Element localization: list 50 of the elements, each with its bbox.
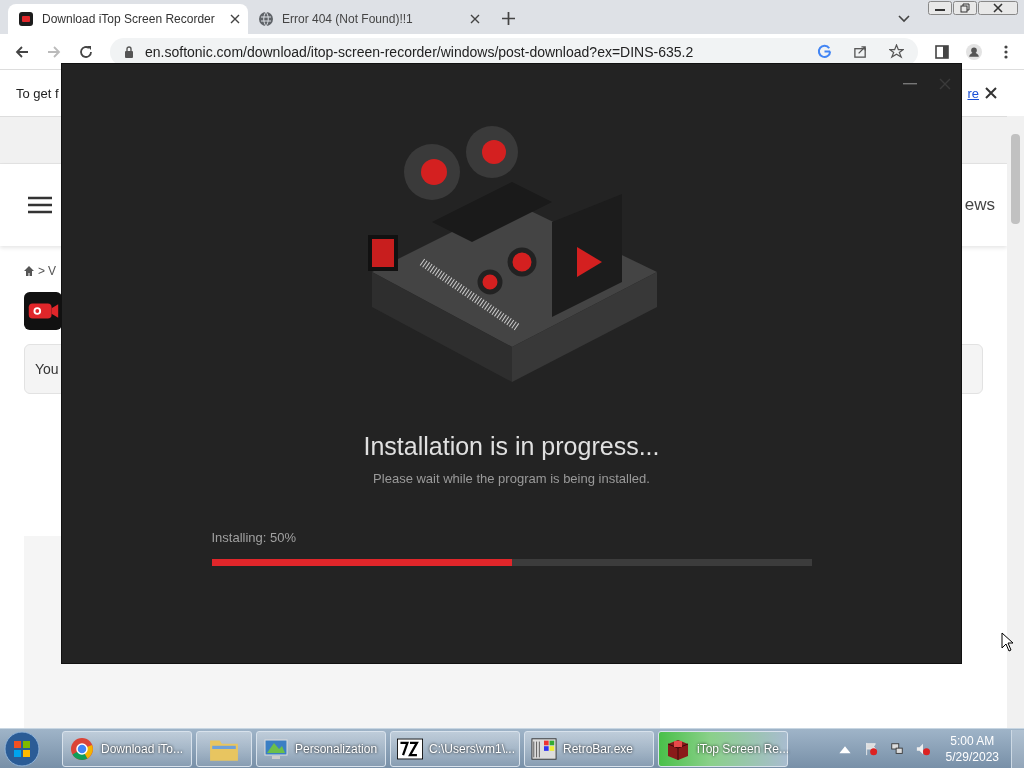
notice-text: You: [35, 361, 59, 377]
restore-icon[interactable]: [953, 1, 977, 15]
progress-label: Installing: 50%: [211, 530, 298, 545]
window-icon: [531, 736, 557, 761]
star-icon[interactable]: [889, 44, 904, 59]
installer-subtitle: Please wait while the program is being installed.: [373, 471, 650, 486]
home-icon[interactable]: [23, 265, 35, 277]
browser-tab[interactable]: Download iTop Screen Recorder: [8, 4, 248, 34]
flag-icon[interactable]: [863, 741, 878, 756]
clock-time: 5:00 AM: [950, 732, 995, 749]
close-icon[interactable]: [985, 87, 997, 99]
taskbar-button[interactable]: Personalization: [256, 730, 386, 767]
chrome-icon: [69, 736, 95, 761]
minimize-icon[interactable]: [928, 1, 952, 15]
browser-tab[interactable]: Error 404 (Not Found)!!1: [248, 4, 488, 34]
address-bar[interactable]: en.softonic.com/download/itop-screen-recorder/windows/post-download?ex=DINS-635.2: [110, 37, 918, 66]
info-link[interactable]: re: [967, 85, 979, 101]
clock-date: 5/29/2023: [945, 748, 999, 765]
info-text: To get f: [16, 85, 59, 101]
app-favicon-icon: [18, 11, 34, 27]
start-button[interactable]: [4, 730, 40, 767]
nav-link[interactable]: ews: [964, 195, 995, 215]
side-panel-icon[interactable]: [934, 43, 950, 60]
back-icon[interactable]: [14, 43, 30, 60]
scrollbar[interactable]: [1007, 116, 1024, 728]
taskbar-button[interactable]: iTop Screen Re...: [658, 730, 788, 767]
close-icon[interactable]: [470, 14, 480, 24]
monitor-icon: [263, 736, 289, 761]
profile-icon[interactable]: [966, 43, 982, 60]
lock-icon: [124, 45, 134, 58]
close-icon[interactable]: [978, 1, 1018, 15]
installer-title: Installation is in progress...: [363, 432, 660, 461]
reload-icon[interactable]: [78, 43, 94, 60]
share-icon[interactable]: [853, 44, 868, 59]
taskbar-button[interactable]: RetroBar.exe: [524, 730, 654, 767]
taskbar-button[interactable]: Download iTo...: [62, 730, 192, 767]
archive-icon: [397, 736, 423, 761]
globe-icon: [258, 11, 274, 27]
cursor-icon: [1001, 632, 1013, 652]
breadcrumb-text: V: [48, 264, 57, 278]
close-icon[interactable]: [230, 14, 240, 24]
chevron-down-icon[interactable]: [898, 15, 910, 23]
menu-icon[interactable]: [28, 196, 52, 214]
taskbar-button[interactable]: C:\Users\vm1\...: [390, 730, 520, 767]
clock[interactable]: 5:00 AM 5/29/2023: [945, 732, 999, 765]
new-tab-icon[interactable]: [502, 12, 515, 25]
speaker-muted-icon[interactable]: [915, 741, 930, 756]
network-icon[interactable]: [889, 741, 904, 756]
breadcrumb-text: >: [38, 264, 45, 278]
google-icon[interactable]: [817, 44, 832, 59]
